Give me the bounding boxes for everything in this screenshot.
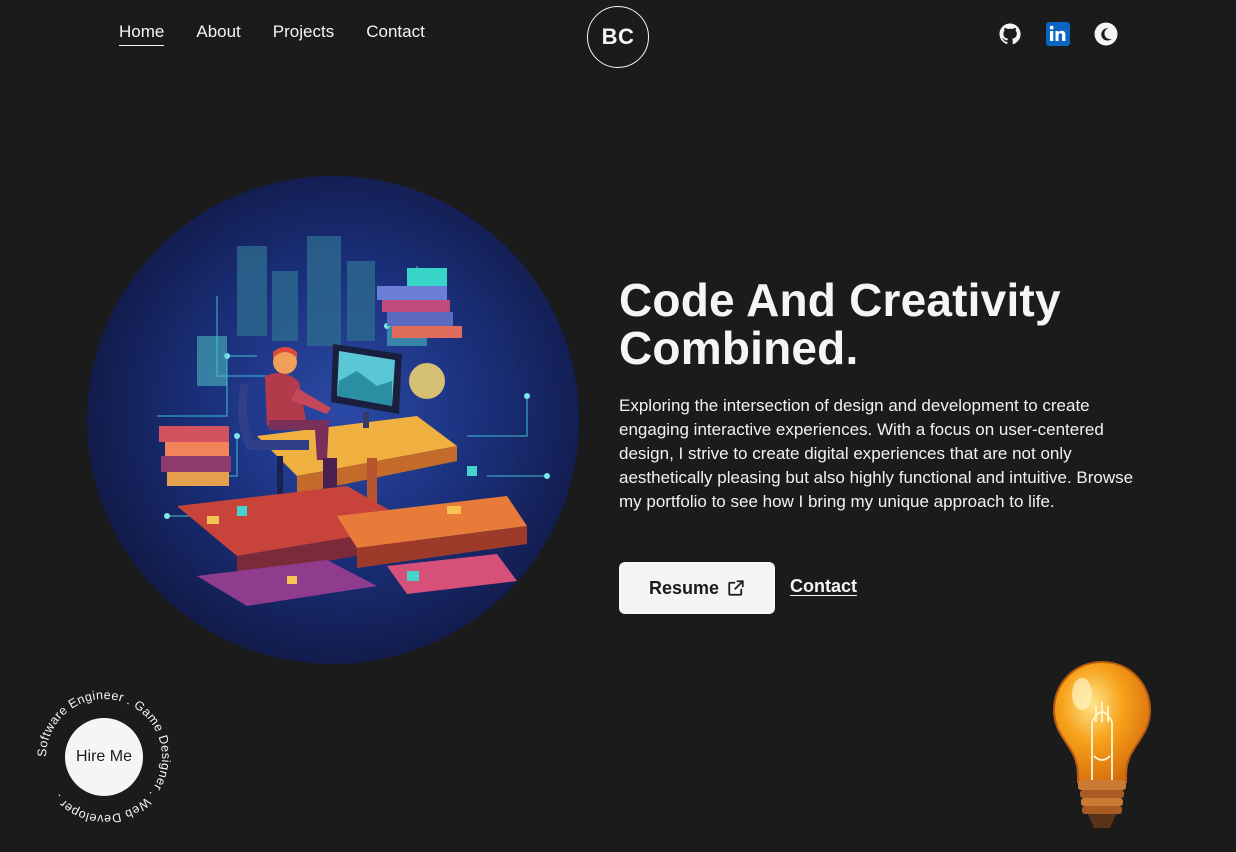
nav-projects[interactable]: Projects [273, 22, 334, 46]
hero-illustration [87, 176, 579, 664]
resume-button[interactable]: Resume [619, 562, 775, 614]
contact-link[interactable]: Contact [790, 576, 857, 597]
github-icon[interactable] [998, 22, 1022, 46]
hire-me-badge: Software Engineer . Game Designer . Web … [33, 686, 175, 828]
linkedin-icon[interactable] [1046, 22, 1070, 46]
hero-description: Exploring the intersection of design and… [619, 396, 1134, 511]
nav-about[interactable]: About [196, 22, 240, 46]
logo[interactable]: BC [587, 6, 649, 68]
hero-headline: Code And Creativity Combined. [619, 274, 1061, 374]
nav-home[interactable]: Home [119, 22, 165, 46]
external-link-icon [728, 580, 744, 596]
theme-toggle-moon-icon[interactable] [1094, 22, 1118, 46]
nav-contact[interactable]: Contact [366, 22, 425, 46]
resume-label: Resume [648, 577, 720, 598]
main-nav: Home About Projects Contact [119, 22, 425, 46]
light-bulb-illustration [1050, 656, 1154, 834]
hire-me-button[interactable]: Hire Me [65, 718, 143, 796]
social-links [998, 22, 1118, 46]
